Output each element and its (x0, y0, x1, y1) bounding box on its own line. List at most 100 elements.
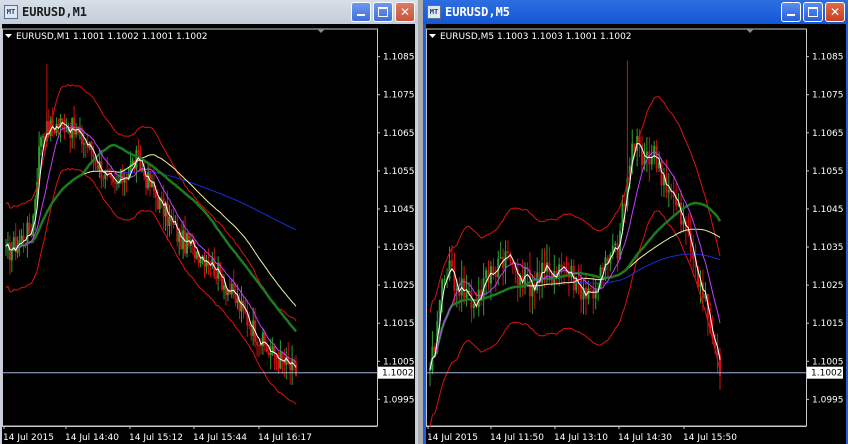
plot-frame (2, 28, 378, 427)
candle-body (236, 299, 239, 303)
time-label: 14 Jul 14:30 (618, 433, 672, 443)
price-label: 1.1055 (383, 167, 415, 177)
candle-body (77, 130, 80, 133)
candle-body (499, 256, 502, 259)
candle-body (267, 352, 270, 356)
candle-body (230, 283, 233, 295)
candle-body (279, 352, 282, 369)
candles (5, 64, 297, 386)
candle-body (125, 179, 128, 181)
candle-body (160, 197, 163, 199)
bollinger-lower-line (429, 210, 721, 428)
price-label: 1.1065 (812, 129, 844, 139)
title-bar[interactable]: MT EURUSD,M5 ✕ (423, 0, 848, 24)
candle-body (108, 172, 111, 174)
close-button[interactable]: ✕ (395, 2, 415, 22)
chart-window-m5[interactable]: MT EURUSD,M5 ✕ EURUSD,M5 1.1003 1.1003 1… (423, 0, 848, 444)
price-label: 1.1085 (812, 53, 844, 63)
candle-body (26, 222, 29, 244)
chart-canvas[interactable]: EURUSD,M5 1.1003 1.1003 1.1001 1.1002 1.1… (426, 24, 846, 444)
candle-body (73, 118, 76, 135)
dropdown-icon[interactable] (429, 34, 436, 38)
price-label: 1.1035 (383, 243, 415, 253)
price-label: 1.1035 (812, 243, 844, 253)
time-label: 14 Jul 16:17 (258, 433, 312, 443)
candle-body (186, 233, 189, 254)
price-label: 1.1005 (383, 357, 415, 367)
maximize-button[interactable] (803, 2, 823, 22)
chart-window-m1[interactable]: MT EURUSD,M1 ✕ EURUSD,M1 1.1001 1.1002 1… (0, 0, 418, 444)
price-label: 1.0995 (383, 395, 415, 405)
candle-body (184, 230, 187, 254)
candle-body (10, 250, 13, 261)
ma-white-line (429, 142, 721, 370)
price-label: 1.1015 (812, 319, 844, 329)
candle-body (682, 220, 685, 225)
candle-body (281, 352, 284, 360)
candle-body (616, 243, 619, 259)
title-bar[interactable]: MT EURUSD,M1 ✕ (0, 0, 418, 24)
minimize-button[interactable] (351, 2, 371, 22)
candle-body (477, 289, 480, 307)
candle-body (259, 345, 262, 347)
candle-body (592, 289, 595, 299)
candle-body (145, 176, 148, 189)
candle-body (215, 276, 218, 279)
bollinger-lower-line (5, 167, 297, 405)
candle-body (199, 259, 202, 264)
plot-frame (426, 28, 807, 427)
candle-body (506, 251, 509, 253)
chart-app-icon[interactable]: MT (4, 5, 18, 19)
candle-body (96, 165, 99, 170)
candle-body (275, 356, 278, 361)
candle-body (494, 273, 497, 277)
price-label: 1.1045 (383, 205, 415, 215)
candle-body (472, 304, 475, 309)
candle-body (648, 151, 651, 165)
candle-body (195, 251, 198, 259)
candle-body (63, 119, 66, 132)
minimize-icon (357, 14, 365, 16)
minimize-button[interactable] (781, 2, 801, 22)
candle-body (261, 332, 264, 346)
bollinger-upper-line (5, 83, 297, 322)
symbol-header: EURUSD,M1 1.1001 1.1002 1.1001 1.1002 (16, 32, 208, 42)
candle-body (258, 345, 261, 347)
maximize-icon (378, 7, 388, 17)
candle-body (602, 267, 605, 270)
dropdown-icon[interactable] (5, 34, 12, 38)
candle-body (250, 326, 253, 336)
candle-body (645, 151, 648, 156)
current-price-label: 1.1002 (811, 369, 843, 379)
candle-body (453, 266, 456, 291)
candle-body (269, 352, 272, 356)
candle-body (82, 143, 85, 145)
time-label: 14 Jul 15:50 (683, 433, 737, 443)
candle-body (291, 360, 294, 371)
symbol-header: EURUSD,M5 1.1003 1.1003 1.1001 1.1002 (440, 32, 632, 42)
price-label: 1.1005 (812, 357, 844, 367)
time-label: 14 Jul 15:44 (193, 433, 247, 443)
candle-body (248, 325, 251, 327)
candle-body (450, 260, 453, 267)
shift-marker-icon[interactable] (746, 29, 754, 33)
candle-body (205, 261, 208, 267)
window-title: EURUSD,M5 (445, 5, 511, 19)
chart-app-icon[interactable]: MT (427, 5, 441, 19)
price-label: 1.1025 (812, 281, 844, 291)
close-button[interactable]: ✕ (825, 2, 845, 22)
price-chart[interactable]: EURUSD,M5 1.1003 1.1003 1.1001 1.1002 1.1… (426, 24, 846, 444)
candle-body (485, 270, 488, 279)
candle-body (265, 345, 268, 353)
candle-body (156, 197, 159, 210)
chart-canvas[interactable]: EURUSD,M1 1.1001 1.1002 1.1001 1.1002 1.1… (2, 24, 415, 444)
price-chart[interactable]: EURUSD,M1 1.1001 1.1002 1.1001 1.1002 1.1… (2, 24, 415, 444)
maximize-icon (808, 7, 818, 17)
candle-body (277, 360, 280, 369)
candle-body (139, 152, 142, 171)
maximize-button[interactable] (373, 2, 393, 22)
candle-body (40, 137, 43, 147)
candle-body (123, 179, 126, 183)
candle-body (536, 272, 539, 291)
shift-marker-icon[interactable] (317, 29, 325, 33)
